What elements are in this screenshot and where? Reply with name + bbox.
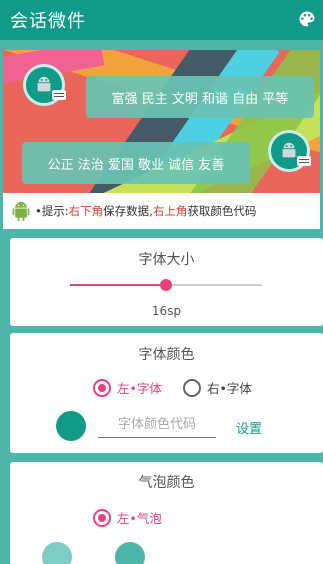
bubble-color-card: 气泡颜色 左•气泡 bbox=[10, 462, 323, 564]
hint-save-text: 保存数据, bbox=[103, 204, 153, 218]
font-color-input[interactable]: 字体颜色代码 bbox=[98, 414, 216, 438]
radio-right-font-label: 右•字体 bbox=[207, 381, 252, 396]
font-color-title: 字体颜色 bbox=[138, 347, 195, 363]
font-size-value: 16sp bbox=[151, 304, 182, 318]
bubble-right-text: 公正 法治 爱国 敬业 诚信 友善 bbox=[47, 157, 225, 173]
bubble-color-title: 气泡颜色 bbox=[138, 475, 195, 491]
radio-button[interactable] bbox=[93, 378, 111, 397]
radio-left-bubble[interactable]: 左•气泡 bbox=[93, 508, 162, 527]
set-button[interactable]: 设置 bbox=[236, 418, 262, 437]
radio-button[interactable] bbox=[183, 378, 201, 397]
avatar-right[interactable] bbox=[268, 130, 311, 172]
android-icon bbox=[12, 201, 30, 221]
radio-left-bubble-label: 左•气泡 bbox=[117, 511, 162, 526]
avatar-left[interactable] bbox=[23, 64, 66, 106]
radio-left-font-label: 左•字体 bbox=[117, 381, 162, 396]
hint-top-right: 右上角 bbox=[152, 204, 188, 218]
font-size-slider[interactable] bbox=[70, 279, 262, 291]
chat-preview: 富强 民主 文明 和谐 自由 平等 公正 法治 爱国 敬业 诚信 友善 bbox=[3, 50, 320, 193]
hint-color-text: 获取颜色代码 bbox=[187, 204, 257, 218]
app-bar: 会话微件 bbox=[0, 0, 323, 40]
chat-icon bbox=[52, 90, 66, 100]
font-size-title: 字体大小 bbox=[138, 252, 195, 268]
palette-icon[interactable] bbox=[297, 9, 317, 29]
slider-thumb[interactable] bbox=[160, 279, 172, 291]
bubble-left-text: 富强 民主 文明 和谐 自由 平等 bbox=[111, 91, 289, 107]
font-size-card: 字体大小 16sp bbox=[10, 238, 323, 326]
radio-right-font[interactable]: 右•字体 bbox=[183, 378, 252, 397]
radio-button[interactable] bbox=[93, 508, 111, 527]
hint-prefix: •提示: bbox=[35, 204, 69, 218]
bubble-left: 富强 民主 文明 和谐 自由 平等 bbox=[86, 76, 314, 118]
slider-fill bbox=[70, 284, 166, 286]
app-title: 会话微件 bbox=[10, 11, 86, 32]
font-color-swatch[interactable] bbox=[56, 411, 86, 441]
bubble-color-swatch-right[interactable] bbox=[115, 542, 145, 564]
hint-bar: •提示: 右下角 保存数据, 右上角 获取颜色代码 bbox=[3, 193, 320, 229]
font-color-card: 字体颜色 左•字体 右•字体 字体颜色代码 设置 bbox=[10, 333, 323, 453]
bubble-color-swatch-left[interactable] bbox=[42, 542, 72, 564]
bubble-right: 公正 法治 爱国 敬业 诚信 友善 bbox=[22, 142, 250, 184]
radio-left-font[interactable]: 左•字体 bbox=[93, 378, 162, 397]
chat-icon bbox=[297, 156, 311, 166]
hint-bottom-right: 右下角 bbox=[68, 204, 104, 218]
